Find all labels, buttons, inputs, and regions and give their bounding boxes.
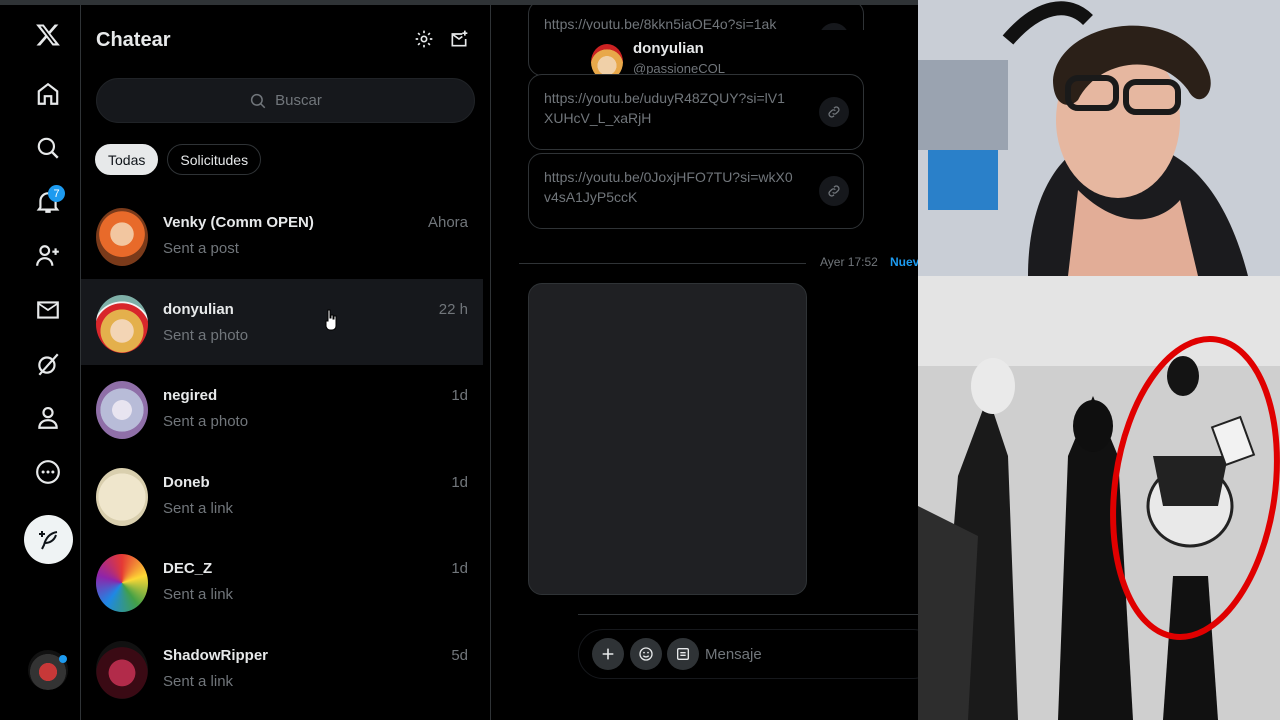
new-messages-label: Nuev xyxy=(890,255,918,269)
day-label: Ayer 17:52 xyxy=(820,255,878,269)
conversation-time: 1d xyxy=(451,560,468,577)
link-icon xyxy=(819,176,849,206)
conversation-time: 5d xyxy=(451,646,468,664)
tab-solicitudes[interactable]: Solicitudes xyxy=(167,144,262,175)
plus-icon xyxy=(602,648,614,660)
avatar xyxy=(96,554,148,612)
conversation-preview: Sent a link xyxy=(163,499,234,517)
chat-filter-tabs: Todas Solicitudes xyxy=(95,144,262,175)
conversation-preview: Sent a link xyxy=(163,672,234,690)
gif-icon xyxy=(677,648,689,660)
list-item[interactable]: Doneb 1d Sent a link xyxy=(81,452,483,539)
conversation-name: Venky (Comm OPEN) xyxy=(163,214,314,231)
search-icon xyxy=(251,93,266,108)
webcam-video xyxy=(918,0,1280,276)
conversation-name: ShadowRipper xyxy=(163,646,269,664)
post-button[interactable] xyxy=(24,515,73,564)
emoji-button[interactable] xyxy=(630,638,662,670)
photo-message[interactable] xyxy=(528,283,807,595)
avatar xyxy=(96,294,148,353)
profile-icon[interactable] xyxy=(24,394,72,442)
conversation-preview: Sent a link xyxy=(163,586,234,603)
avatar xyxy=(96,640,148,699)
search-input[interactable]: Buscar xyxy=(96,78,475,123)
list-item[interactable]: donyulian 22 h Sent a photo xyxy=(81,278,483,365)
day-divider xyxy=(519,263,806,264)
notification-badge: 7 xyxy=(48,185,65,202)
conversation-panel: https://youtu.be/8kkn5iaOE4o?si=1ak dony… xyxy=(491,5,918,720)
gif-button[interactable] xyxy=(667,638,699,670)
bell-icon[interactable] xyxy=(24,178,72,226)
list-item[interactable]: negired 1d Sent a photo xyxy=(81,365,483,452)
gear-icon[interactable] xyxy=(414,29,434,49)
add-attachment-button[interactable] xyxy=(592,638,624,670)
link-text[interactable]: https://youtu.be/uduyR48ZQUY?si=lV1XUHcV… xyxy=(544,88,794,128)
x-logo-icon[interactable] xyxy=(24,11,72,59)
link-message[interactable]: https://youtu.be/0JoxjHFO7TU?si=wkX0v4sA… xyxy=(528,153,864,229)
list-item[interactable]: ShadowRipper 5d Sent a link xyxy=(81,625,483,712)
conversation-name: DEC_Z xyxy=(163,560,213,577)
list-item[interactable]: DEC_Z 1d Sent a link xyxy=(81,538,483,625)
avatar xyxy=(96,208,148,266)
new-message-icon[interactable] xyxy=(449,29,469,49)
emoji-icon xyxy=(639,647,653,661)
link-icon xyxy=(819,97,849,127)
avatar xyxy=(96,381,148,439)
avatar xyxy=(96,467,148,526)
conversation-preview: Sent a post xyxy=(163,240,239,257)
conversation-time: Ahora xyxy=(427,214,468,231)
hand-cursor-icon xyxy=(325,309,337,331)
conversation-time: 1d xyxy=(451,387,468,404)
conversation-preview: Sent a photo xyxy=(163,326,249,344)
feather-plus-icon xyxy=(38,530,57,549)
grok-icon[interactable] xyxy=(24,340,72,388)
tab-todas[interactable]: Todas xyxy=(95,144,159,175)
conversation-list: Venky (Comm OPEN) Ahora Sent a post dony… xyxy=(81,192,483,711)
search-icon[interactable] xyxy=(24,124,72,172)
chat-list-panel: Chatear Buscar Todas Solicitudes Venky (… xyxy=(81,5,568,720)
link-message[interactable]: https://youtu.be/uduyR48ZQUY?si=lV1XUHcV… xyxy=(528,74,864,150)
home-icon[interactable] xyxy=(24,70,72,118)
primary-nav: 7 xyxy=(0,5,81,720)
link-text[interactable]: https://youtu.be/0JoxjHFO7TU?si=wkX0v4sA… xyxy=(544,167,794,207)
search-placeholder: Buscar xyxy=(275,92,322,109)
conversation-name: donyulian xyxy=(163,300,234,318)
list-item[interactable]: Venky (Comm OPEN) Ahora Sent a post xyxy=(81,192,483,279)
chat-list-title: Chatear xyxy=(96,29,171,51)
manga-illustration xyxy=(918,276,1280,720)
message-composer xyxy=(578,614,918,686)
conversation-name: negired xyxy=(163,387,218,404)
manga-image xyxy=(918,276,1280,720)
conversation-time: 22 h xyxy=(438,300,468,318)
hover-card-name: donyulian xyxy=(633,40,704,57)
conversation-name: Doneb xyxy=(163,473,210,491)
people-icon[interactable] xyxy=(24,232,72,280)
more-icon[interactable] xyxy=(24,448,72,496)
account-status-dot xyxy=(59,655,67,663)
message-input[interactable] xyxy=(705,641,905,667)
mail-icon[interactable] xyxy=(24,286,72,334)
conversation-preview: Sent a photo xyxy=(163,413,249,430)
conversation-time: 1d xyxy=(451,473,468,491)
webcam-image xyxy=(918,0,1280,276)
